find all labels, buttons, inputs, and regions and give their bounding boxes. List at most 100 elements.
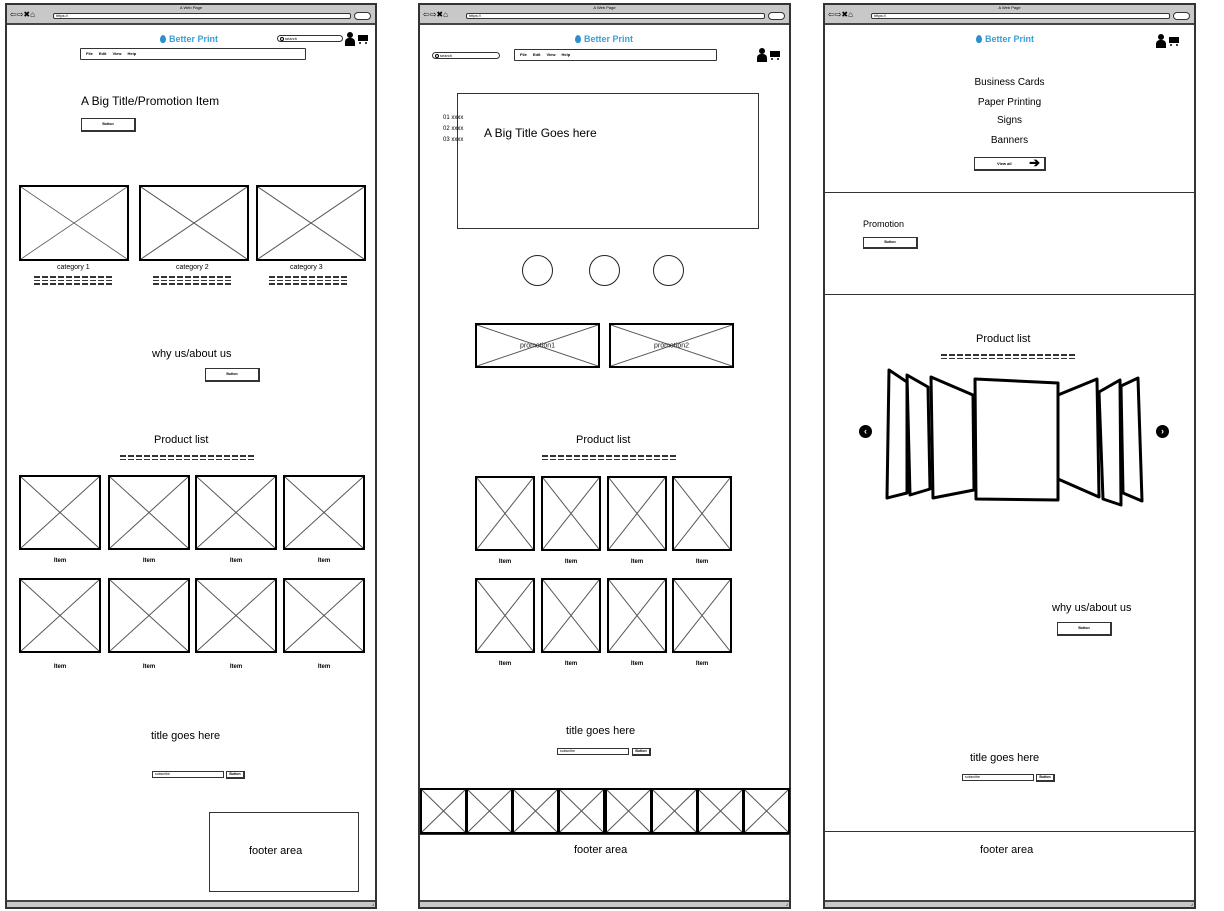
menu-item-view[interactable]: View — [112, 51, 121, 56]
brand-logo[interactable]: Better Print — [160, 34, 218, 44]
product-image[interactable] — [672, 476, 732, 551]
category-image[interactable] — [19, 185, 129, 261]
product-label[interactable]: Item — [195, 664, 277, 670]
strip-image[interactable] — [651, 788, 698, 834]
hero-button[interactable]: Button — [81, 118, 136, 132]
product-image[interactable] — [607, 476, 667, 551]
product-image[interactable] — [475, 476, 535, 551]
strip-image[interactable] — [743, 788, 790, 834]
user-icon[interactable] — [1156, 34, 1166, 48]
carousel-next-icon[interactable]: › — [1156, 425, 1169, 438]
user-icon[interactable] — [345, 32, 355, 46]
product-image[interactable] — [19, 578, 101, 653]
resize-grip-icon[interactable]: ⌟ — [786, 902, 788, 907]
product-label[interactable]: Item — [541, 559, 601, 565]
product-image[interactable] — [108, 475, 190, 550]
hero-bullet[interactable]: 03 xxxx — [443, 135, 463, 146]
product-image[interactable] — [672, 578, 732, 653]
menu-item-file[interactable]: File — [520, 52, 527, 57]
promotion-tile[interactable]: promotion1 — [475, 323, 600, 368]
url-bar[interactable]: https:// — [871, 13, 1170, 19]
feature-circle[interactable] — [522, 255, 553, 286]
url-bar[interactable]: https:// — [466, 13, 765, 19]
feature-circle[interactable] — [589, 255, 620, 286]
menu-item-edit[interactable]: Edit — [533, 52, 541, 57]
product-image[interactable] — [541, 578, 601, 653]
hero-bullet[interactable]: 01 xxxx — [443, 113, 463, 124]
search-input[interactable]: search — [277, 35, 343, 42]
hero-banner[interactable]: A Big Title Goes here — [457, 93, 759, 229]
product-label[interactable]: Item — [672, 661, 732, 667]
product-image[interactable] — [475, 578, 535, 653]
product-label[interactable]: Item — [108, 558, 190, 564]
product-label[interactable]: Item — [195, 558, 277, 564]
strip-image[interactable] — [558, 788, 605, 834]
subscribe-button[interactable]: Button — [632, 748, 651, 756]
product-label[interactable]: Item — [108, 664, 190, 670]
promotion-tile[interactable]: promotion2 — [609, 323, 734, 368]
category-image[interactable] — [256, 185, 366, 261]
cart-icon[interactable] — [768, 49, 781, 62]
feature-circle[interactable] — [653, 255, 684, 286]
product-label[interactable]: Item — [283, 664, 365, 670]
resize-grip-icon[interactable]: ⌟ — [1191, 902, 1193, 907]
url-bar[interactable]: https:// — [53, 13, 351, 19]
strip-image[interactable] — [420, 788, 467, 834]
nav-link-paper-printing[interactable]: Paper Printing — [825, 94, 1194, 112]
subscribe-button[interactable]: Button — [226, 771, 245, 779]
user-icon[interactable] — [757, 48, 767, 62]
browser-search-button[interactable] — [354, 12, 371, 20]
menu-item-file[interactable]: File — [86, 51, 93, 56]
product-label[interactable]: Item — [283, 558, 365, 564]
menu-item-edit[interactable]: Edit — [99, 51, 107, 56]
product-label[interactable]: Item — [607, 559, 667, 565]
subscribe-input[interactable]: subscribe — [557, 748, 629, 755]
brand-logo[interactable]: Better Print — [976, 34, 1034, 44]
category-label[interactable]: category 3 — [290, 264, 323, 271]
view-all-button[interactable]: View all ➔ — [974, 156, 1046, 171]
product-image[interactable] — [541, 476, 601, 551]
search-input[interactable]: search — [432, 52, 500, 59]
product-label[interactable]: Item — [607, 661, 667, 667]
browser-nav-icons[interactable]: ⇦⇨✖⌂ — [828, 10, 853, 20]
browser-nav-icons[interactable]: ⇦⇨✖⌂ — [10, 10, 35, 20]
cart-icon[interactable] — [356, 33, 369, 46]
promotion-button[interactable]: Button — [863, 237, 918, 249]
browser-nav-icons[interactable]: ⇦⇨✖⌂ — [423, 10, 448, 20]
product-label[interactable]: Item — [475, 661, 535, 667]
product-label[interactable]: Item — [541, 661, 601, 667]
subscribe-input[interactable]: subscribe — [962, 774, 1034, 781]
strip-image[interactable] — [466, 788, 513, 834]
brand-logo[interactable]: Better Print — [575, 34, 633, 44]
category-label[interactable]: category 2 — [176, 264, 209, 271]
hero-bullet[interactable]: 02 xxxx — [443, 124, 463, 135]
product-label[interactable]: Item — [672, 559, 732, 565]
nav-link-banners[interactable]: Banners — [825, 132, 1194, 152]
product-label[interactable]: Item — [19, 664, 101, 670]
product-image[interactable] — [108, 578, 190, 653]
subscribe-input[interactable]: subscribe — [152, 771, 224, 778]
cart-icon[interactable] — [1167, 35, 1180, 48]
product-label[interactable]: Item — [475, 559, 535, 565]
product-label[interactable]: Item — [19, 558, 101, 564]
browser-search-button[interactable] — [1173, 12, 1190, 20]
category-image[interactable] — [139, 185, 249, 261]
product-carousel[interactable] — [883, 365, 1148, 510]
carousel-prev-icon[interactable]: ‹ — [859, 425, 872, 438]
menu-item-help[interactable]: Help — [562, 52, 571, 57]
strip-image[interactable] — [605, 788, 652, 834]
product-image[interactable] — [19, 475, 101, 550]
nav-link-business-cards[interactable]: Business Cards — [825, 72, 1194, 94]
product-image[interactable] — [283, 475, 365, 550]
resize-grip-icon[interactable]: ⌟ — [372, 902, 374, 907]
why-us-button[interactable]: Button — [1057, 622, 1112, 636]
product-image[interactable] — [195, 475, 277, 550]
browser-search-button[interactable] — [768, 12, 785, 20]
product-image[interactable] — [195, 578, 277, 653]
menu-item-view[interactable]: View — [546, 52, 555, 57]
nav-link-signs[interactable]: Signs — [825, 112, 1194, 132]
category-label[interactable]: category 1 — [57, 264, 90, 271]
why-us-button[interactable]: Button — [205, 368, 260, 382]
product-image[interactable] — [607, 578, 667, 653]
menu-item-help[interactable]: Help — [128, 51, 137, 56]
